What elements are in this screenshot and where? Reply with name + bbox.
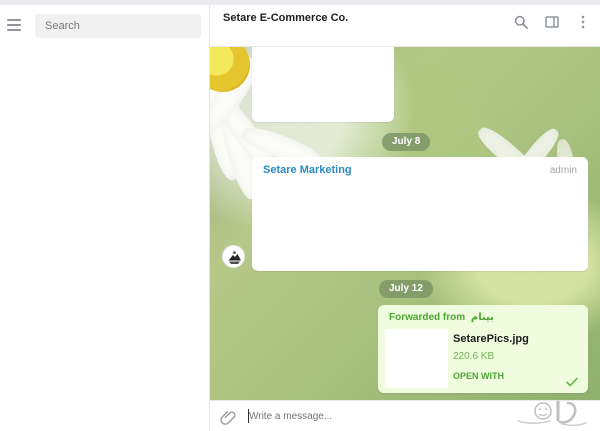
previous-message-bubble [252, 47, 394, 122]
menu-line [7, 19, 21, 21]
message-composer [210, 400, 600, 431]
open-with-button[interactable]: OPEN WITH [453, 371, 504, 381]
more-vertical-icon[interactable] [576, 15, 590, 29]
message-input[interactable] [247, 408, 492, 425]
file-thumbnail[interactable] [385, 329, 448, 388]
forwarded-label-line: Forwarded from بینام [389, 312, 494, 323]
search-icon[interactable] [514, 15, 528, 29]
header-actions [514, 15, 590, 29]
file-size: 220.6 KB [453, 351, 495, 362]
menu-line [7, 29, 21, 31]
chat-title: Setare E-Commerce Co. [223, 12, 349, 24]
text-cursor [248, 409, 249, 423]
file-name[interactable]: SetarePics.jpg [453, 333, 529, 345]
channel-message-bubble: Setare Marketing admin [252, 157, 588, 271]
chat-header: Setare E-Commerce Co. [210, 5, 600, 47]
author-role: admin [549, 165, 577, 176]
date-badge: July 8 [382, 133, 431, 151]
forwarded-message-bubble: Forwarded from بینام SetarePics.jpg 220.… [378, 305, 588, 393]
forwarded-label: Forwarded from [389, 312, 466, 323]
date-badge: July 12 [379, 280, 433, 298]
check-icon [566, 377, 578, 387]
menu-line [7, 24, 21, 26]
message-author[interactable]: Setare Marketing [263, 164, 352, 176]
messenger-window: Setare E-Commerce Co. [0, 0, 600, 431]
chat-sidebar [0, 5, 210, 431]
search-input[interactable] [35, 14, 201, 38]
paperclip-icon[interactable] [220, 409, 236, 425]
channel-avatar[interactable] [222, 245, 245, 268]
sidebar-panel-icon[interactable] [545, 15, 559, 29]
menu-button[interactable] [4, 13, 24, 37]
message-area: July 8 Setare Marketing admin July 12 Fo… [210, 47, 600, 400]
forward-source[interactable]: بینام [471, 312, 494, 323]
